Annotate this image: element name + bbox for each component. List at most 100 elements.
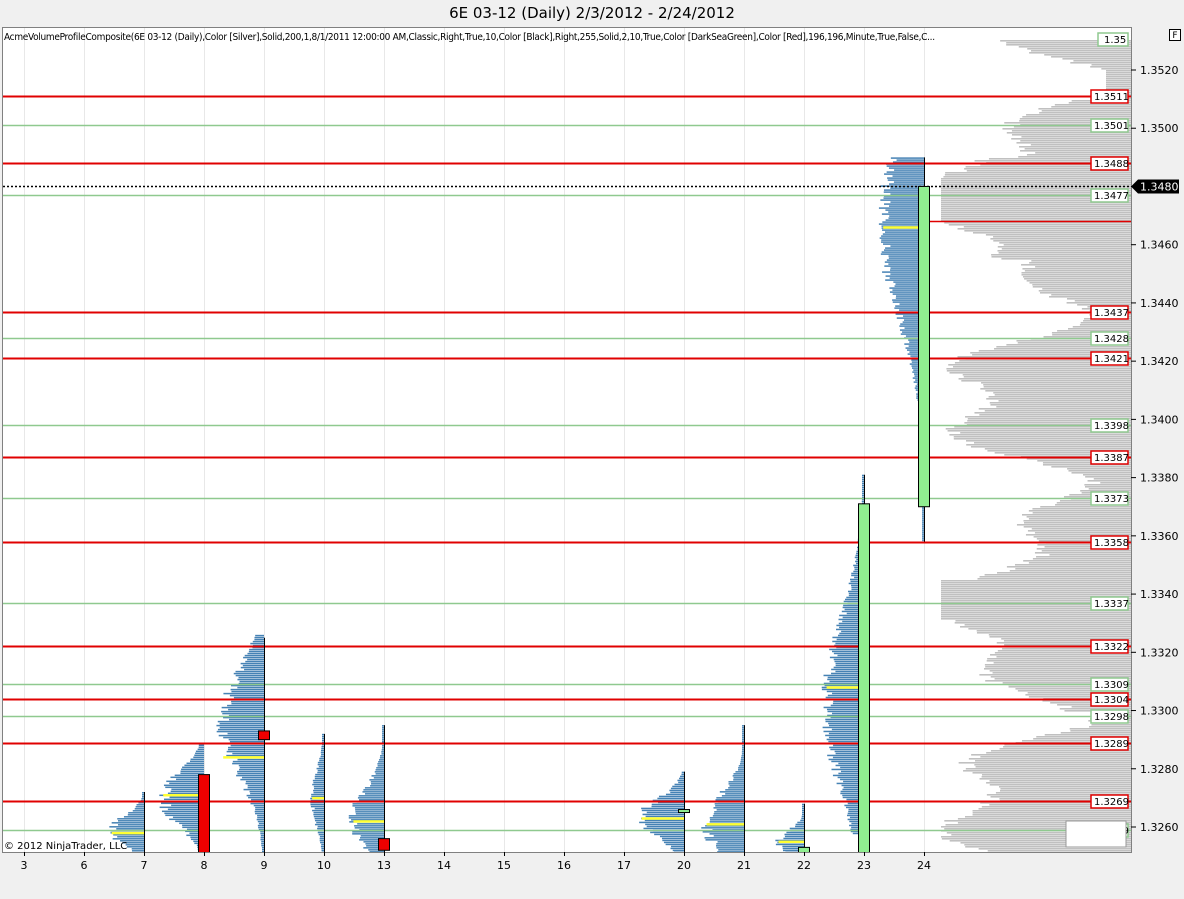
profile-bar xyxy=(654,833,684,836)
composite-profile-bar xyxy=(984,574,1131,576)
composite-profile-bar xyxy=(986,752,1131,754)
profile-bar xyxy=(159,806,204,809)
profile-bar xyxy=(255,634,264,637)
profile-bar xyxy=(236,774,264,777)
plot-group xyxy=(3,28,1131,852)
profile-bar xyxy=(719,791,744,793)
y-tick-label: 1.3500 xyxy=(1140,122,1179,135)
x-tick-label: 21 xyxy=(737,859,751,872)
profile-bar xyxy=(802,805,804,808)
level-label-text: 1.3337 xyxy=(1094,599,1129,610)
composite-profile-bar xyxy=(1028,510,1131,512)
profile-bar xyxy=(247,658,264,661)
profile-bar xyxy=(712,815,744,817)
composite-profile-bar xyxy=(984,664,1131,666)
composite-profile-bar xyxy=(984,410,1131,412)
profile-bar xyxy=(319,757,324,760)
composite-profile-bar xyxy=(959,626,1131,628)
composite-profile-bar xyxy=(988,396,1131,398)
profile-bar xyxy=(182,766,204,769)
composite-profile-bar xyxy=(941,216,1131,218)
profile-bar xyxy=(131,850,144,852)
profile-bar xyxy=(313,815,324,818)
profile-bar xyxy=(882,233,924,235)
profile-bar xyxy=(883,243,924,245)
poc-line xyxy=(111,831,144,835)
composite-profile-bar xyxy=(976,632,1131,634)
profile-bar xyxy=(741,757,744,759)
profile-bar xyxy=(117,818,144,820)
profile-bar xyxy=(639,821,684,824)
composite-profile-bar xyxy=(964,230,1131,232)
profile-bar xyxy=(181,768,204,771)
profile-bar xyxy=(894,169,924,171)
profile-bar xyxy=(161,810,204,813)
composite-profile-bar xyxy=(984,668,1131,670)
profile-bar xyxy=(232,762,264,765)
composite-profile-bar xyxy=(1026,280,1131,282)
profile-bar xyxy=(376,767,384,769)
profile-bar xyxy=(645,815,684,818)
profile-bar xyxy=(312,809,324,812)
profile-bar xyxy=(198,746,204,749)
composite-profile-bar xyxy=(968,628,1131,630)
composite-profile-bar xyxy=(985,390,1131,392)
profile-bar xyxy=(728,783,744,785)
profile-bar xyxy=(320,755,324,758)
copyright-text: © 2012 NinjaTrader, LLC xyxy=(4,841,128,852)
profile-bar xyxy=(245,660,264,663)
profile-bar xyxy=(321,747,324,750)
composite-profile-bar xyxy=(968,758,1131,760)
profile-bar xyxy=(728,787,744,789)
composite-profile-bar xyxy=(1051,106,1131,108)
composite-profile-bar xyxy=(1031,528,1131,530)
profile-bar xyxy=(322,739,324,742)
day-profile-22 xyxy=(775,803,804,852)
profile-bar xyxy=(922,509,924,511)
profile-bar xyxy=(729,785,744,787)
x-tick-label: 6 xyxy=(81,859,88,872)
poc-line xyxy=(353,820,384,823)
profile-bar xyxy=(922,507,924,509)
profile-bar xyxy=(862,484,864,487)
y-tick-label: 1.3420 xyxy=(1140,355,1179,368)
composite-profile-bar xyxy=(1015,568,1131,570)
profile-bar xyxy=(359,799,384,801)
composite-profile-bar xyxy=(997,572,1131,574)
profile-bar xyxy=(922,513,924,515)
profile-bar xyxy=(922,517,924,519)
profile-bar xyxy=(802,807,804,810)
profile-bar xyxy=(247,652,264,655)
composite-profile-bar xyxy=(1049,296,1131,298)
composite-profile-bar xyxy=(1011,134,1131,136)
profile-bar xyxy=(381,753,384,755)
profile-bar xyxy=(922,527,924,529)
profile-bar xyxy=(223,736,264,739)
profile-bar xyxy=(109,826,144,828)
composite-profile-bar xyxy=(997,246,1131,248)
profile-bar xyxy=(709,833,744,835)
profile-bar xyxy=(381,749,384,751)
composite-profile-bar xyxy=(957,228,1131,230)
chart-svg: 1.3260 1.3280 1.3300 1.3320 1.3340 1.3360 1.33… xyxy=(3,28,1179,872)
profile-bar xyxy=(382,727,384,729)
profile-bar xyxy=(313,813,324,816)
level-label-text: 1.3501 xyxy=(1094,121,1129,132)
profile-bar xyxy=(789,827,804,830)
profile-bar xyxy=(878,223,924,225)
profile-bar xyxy=(245,782,264,785)
profile-bar xyxy=(713,813,744,815)
profile-bar xyxy=(705,839,744,841)
x-axis: 3 6 7 8 9 10 13 14 15 16 17 20 21 22 23 24 xyxy=(21,852,931,872)
profile-bar xyxy=(371,775,384,777)
profile-bar xyxy=(784,835,804,838)
profile-bar xyxy=(881,235,924,237)
profile-bar xyxy=(195,750,204,753)
profile-bar xyxy=(709,817,744,819)
profile-bar xyxy=(362,791,384,793)
profile-bar xyxy=(861,500,864,503)
profile-bar xyxy=(725,789,744,791)
profile-bar xyxy=(717,851,744,852)
profile-bar xyxy=(257,824,264,827)
profile-bar xyxy=(221,706,264,709)
